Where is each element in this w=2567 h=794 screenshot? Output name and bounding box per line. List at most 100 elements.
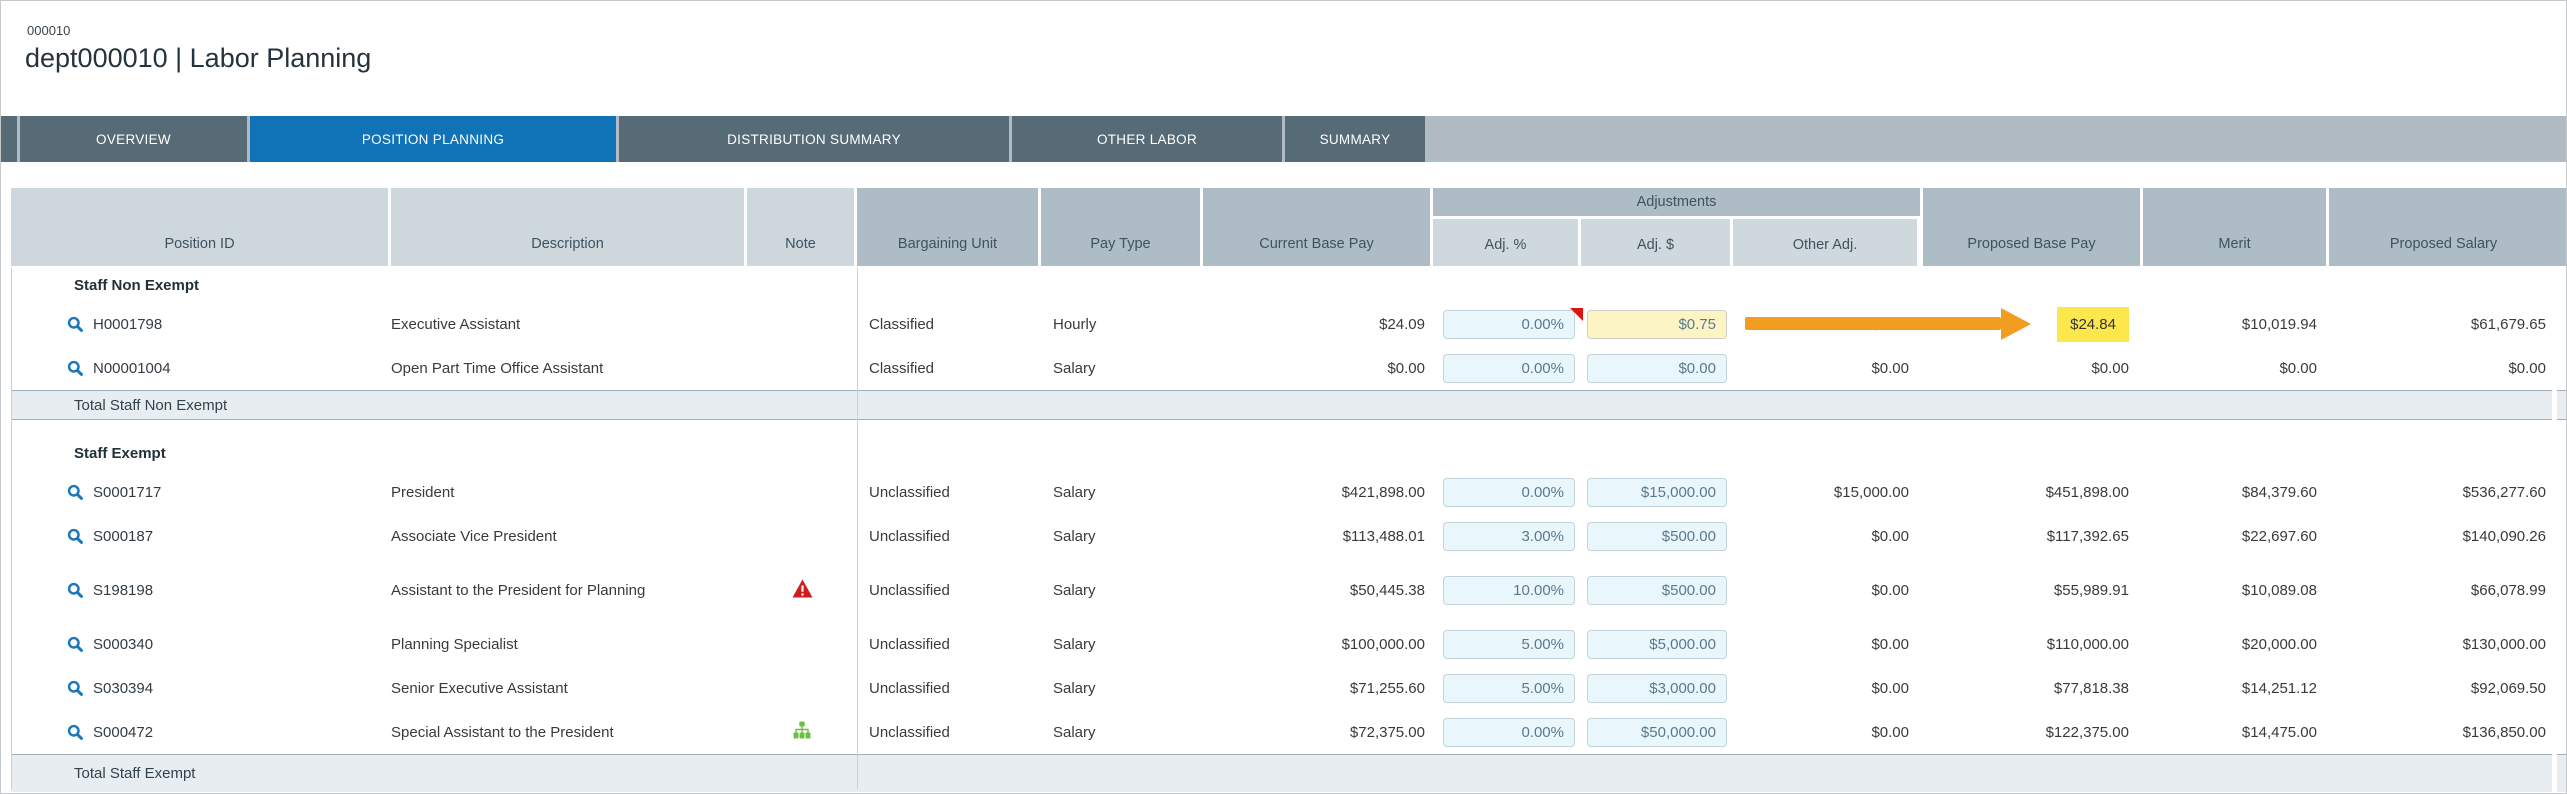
col-header-adj-dollar: Adj. $ [1581, 219, 1730, 266]
page-title: dept000010 | Labor Planning [25, 41, 2566, 75]
description-cell: Open Part Time Office Assistant [391, 346, 747, 390]
adj-dollar-input[interactable] [1587, 522, 1727, 551]
tab-overview[interactable]: OVERVIEW [20, 116, 247, 162]
description-cell: President [391, 470, 747, 514]
bargaining-unit-cell: Classified [857, 302, 1041, 346]
total-row-staff-exempt: Total Staff Exempt [11, 754, 2552, 792]
note-cell [747, 558, 857, 622]
col-header-adj-pct: Adj. % [1433, 219, 1578, 266]
search-icon[interactable] [67, 360, 84, 377]
org-chart-icon[interactable] [793, 721, 811, 743]
position-id: S000187 [93, 528, 153, 545]
description-cell: Associate Vice President [391, 514, 747, 558]
col-header-merit: Merit [2143, 188, 2326, 266]
bargaining-unit-cell: Unclassified [857, 666, 1041, 710]
tab-bar: OVERVIEW POSITION PLANNING DISTRIBUTION … [1, 116, 2566, 162]
pay-type-cell: Salary [1041, 622, 1203, 666]
warning-icon[interactable] [792, 579, 813, 602]
cutoff-column-header [2557, 188, 2567, 266]
proposed-salary-cell: $130,000.00 [2323, 622, 2552, 666]
tab-summary[interactable]: SUMMARY [1285, 116, 1425, 162]
col-header-proposed-salary: Proposed Salary [2329, 188, 2558, 266]
tab-other-labor[interactable]: OTHER LABOR [1012, 116, 1282, 162]
other-adj-cell: $0.00 [1733, 710, 1917, 754]
col-header-note: Note [747, 188, 854, 266]
table-row: S198198 Assistant to the President for P… [11, 558, 2552, 622]
position-id: S000472 [93, 724, 153, 741]
note-cell [747, 470, 857, 514]
tab-distribution-summary[interactable]: DISTRIBUTION SUMMARY [619, 116, 1009, 162]
search-icon[interactable] [67, 680, 84, 697]
adj-dollar-input[interactable] [1587, 674, 1727, 703]
adj-dollar-input[interactable] [1587, 630, 1727, 659]
proposed-salary-cell: $536,277.60 [2323, 470, 2552, 514]
note-cell [747, 666, 857, 710]
note-cell [747, 514, 857, 558]
proposed-salary-cell: $61,679.65 [2323, 302, 2552, 346]
annotation-arrow [1745, 317, 2001, 330]
current-base-pay-cell: $72,375.00 [1203, 710, 1433, 754]
adjustments-column-group: Adjustments Adj. % Adj. $ Other Adj. [1433, 188, 1920, 266]
current-base-pay-cell: $100,000.00 [1203, 622, 1433, 666]
adj-pct-input[interactable] [1443, 310, 1575, 339]
pay-type-cell: Salary [1041, 666, 1203, 710]
col-header-proposed-base-pay: Proposed Base Pay [1923, 188, 2140, 266]
col-header-pay-type: Pay Type [1041, 188, 1200, 266]
adj-pct-input[interactable] [1443, 718, 1575, 747]
bargaining-unit-cell: Unclassified [857, 514, 1041, 558]
group-label-staff-non-exempt: Staff Non Exempt [11, 268, 2552, 302]
merit-cell: $14,251.12 [2137, 666, 2323, 710]
description-cell: Executive Assistant [391, 302, 747, 346]
dept-code: 000010 [27, 23, 2566, 38]
proposed-salary-cell: $0.00 [2323, 346, 2552, 390]
adj-pct-input[interactable] [1443, 522, 1575, 551]
adj-pct-input[interactable] [1443, 674, 1575, 703]
adj-pct-input[interactable] [1443, 354, 1575, 383]
current-base-pay-cell: $24.09 [1203, 302, 1433, 346]
adj-pct-input[interactable] [1443, 576, 1575, 605]
labor-planning-page: 000010 dept000010 | Labor Planning OVERV… [0, 0, 2567, 794]
adj-pct-input[interactable] [1443, 478, 1575, 507]
proposed-base-pay-cell: $451,898.00 [1917, 470, 2137, 514]
search-icon[interactable] [67, 484, 84, 501]
position-id: S0001717 [93, 484, 161, 501]
adj-dollar-input[interactable] [1587, 718, 1727, 747]
adj-dollar-input[interactable] [1587, 354, 1727, 383]
current-base-pay-cell: $113,488.01 [1203, 514, 1433, 558]
search-icon[interactable] [67, 724, 84, 741]
pay-type-cell: Hourly [1041, 302, 1203, 346]
col-header-description: Description [391, 188, 744, 266]
other-adj-cell: $0.00 [1733, 346, 1917, 390]
position-id: H0001798 [93, 316, 162, 333]
adj-dollar-input[interactable] [1587, 310, 1727, 339]
cell-comment-flag-icon [1570, 308, 1583, 321]
total-row-label: Total Staff Non Exempt [11, 397, 227, 414]
adj-dollar-input[interactable] [1587, 576, 1727, 605]
pay-type-cell: Salary [1041, 346, 1203, 390]
pay-type-cell: Salary [1041, 558, 1203, 622]
col-header-position-id: Position ID [11, 188, 388, 266]
search-icon[interactable] [67, 582, 84, 599]
merit-cell: $10,019.94 [2137, 302, 2323, 346]
description-cell: Planning Specialist [391, 622, 747, 666]
col-group-header-adjustments: Adjustments [1433, 188, 1920, 216]
tab-position-planning[interactable]: POSITION PLANNING [250, 116, 616, 162]
proposed-base-pay-cell: $110,000.00 [1917, 622, 2137, 666]
merit-cell: $20,000.00 [2137, 622, 2323, 666]
pay-type-cell: Salary [1041, 514, 1203, 558]
adj-pct-input[interactable] [1443, 630, 1575, 659]
adj-dollar-input[interactable] [1587, 478, 1727, 507]
search-icon[interactable] [67, 636, 84, 653]
search-icon[interactable] [67, 528, 84, 545]
group-label-staff-exempt: Staff Exempt [11, 436, 2552, 470]
table-row: S030394 Senior Executive Assistant Uncla… [11, 666, 2552, 710]
other-adj-cell: $0.00 [1733, 622, 1917, 666]
bargaining-unit-cell: Unclassified [857, 470, 1041, 514]
search-icon[interactable] [67, 316, 84, 333]
current-base-pay-cell: $421,898.00 [1203, 470, 1433, 514]
highlight-box: $24.84 [2057, 307, 2129, 342]
note-cell [747, 346, 857, 390]
current-base-pay-cell: $71,255.60 [1203, 666, 1433, 710]
other-adj-cell: $0.00 [1733, 666, 1917, 710]
table-row: S000187 Associate Vice President Unclass… [11, 514, 2552, 558]
